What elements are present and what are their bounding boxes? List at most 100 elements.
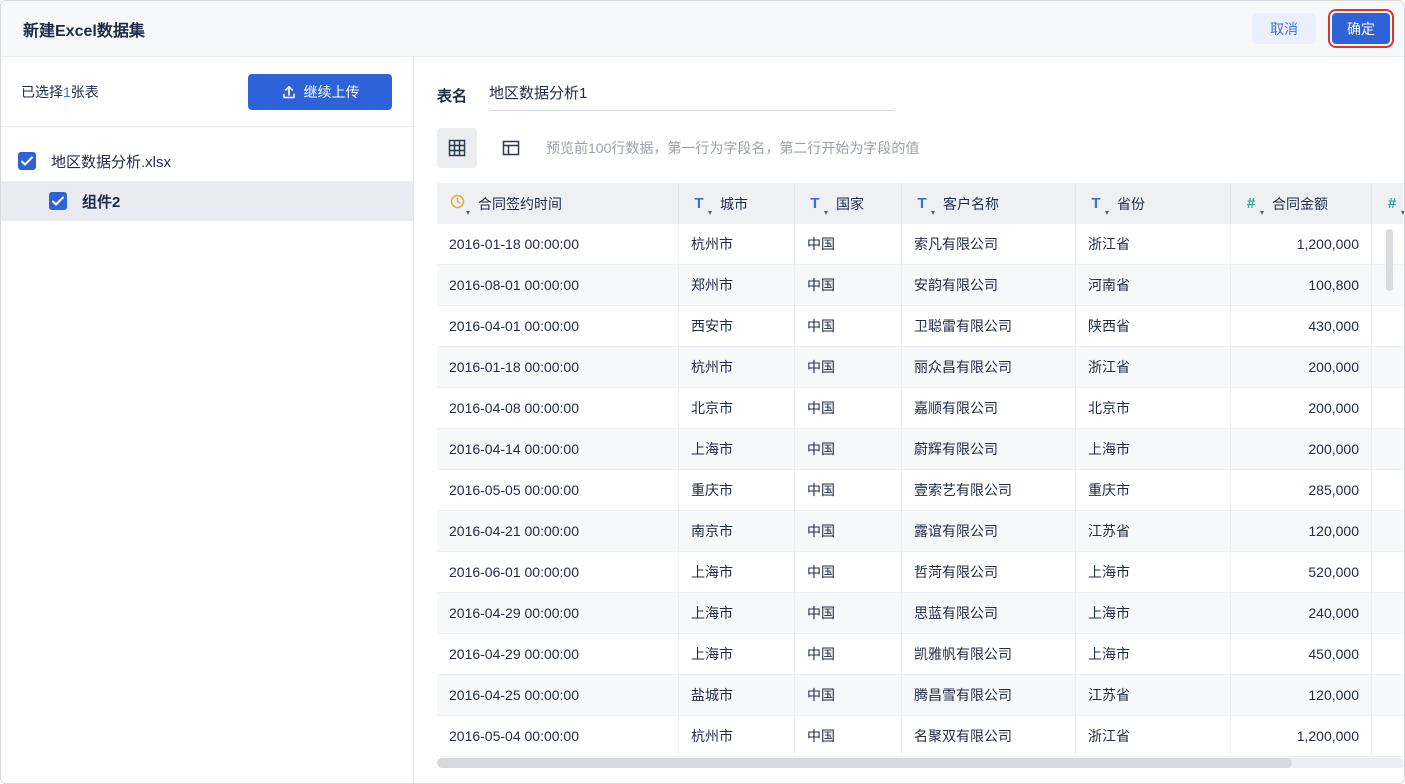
table-cell: 江苏省 (1076, 675, 1231, 716)
column-dropdown-icon[interactable]: ▾ (931, 208, 935, 217)
table-row: 2016-04-21 00:00:00 南京市 中国 露谊有限公司 江苏省 120,000 (437, 511, 1404, 552)
column-dropdown-icon[interactable]: ▾ (1105, 208, 1109, 217)
table-cell: 上海市 (679, 634, 795, 675)
column-header-城市[interactable]: T ▾ 城市 (679, 183, 795, 224)
text-type-icon: T (1091, 195, 1101, 212)
column-header-label: 国家 (836, 195, 865, 212)
table-cell: 2016-04-25 00:00:00 (437, 675, 679, 716)
table-cell: 2016-04-21 00:00:00 (437, 511, 679, 552)
table-cell (1372, 511, 1404, 552)
table-cell: 450,000 (1231, 634, 1372, 675)
table-cell: 430,000 (1231, 306, 1372, 347)
continue-upload-button[interactable]: 继续上传 (248, 73, 392, 110)
table-header-row: ▾合同签约时间T▾城市T▾国家T▾客户名称T▾省份#▾合同金额#▾ (437, 183, 1404, 224)
tree-item-label: 地区数据分析.xlsx (51, 153, 172, 171)
tree-item-label: 组件2 (82, 193, 121, 211)
table-cell: 2016-05-05 00:00:00 (437, 470, 679, 511)
table-cell (1372, 675, 1404, 716)
table-cell: 陕西省 (1076, 306, 1231, 347)
grid-view-icon (447, 138, 467, 158)
table-body: 2016-01-18 00:00:00 杭州市 中国 索凡有限公司 浙江省 1,200,0… (437, 224, 1404, 757)
table-cell (1372, 388, 1404, 429)
number-type-icon: # (1387, 195, 1397, 212)
table-cell: 上海市 (1076, 429, 1231, 470)
table-cell: 名聚双有限公司 (902, 716, 1076, 757)
table-cell: 中国 (795, 429, 902, 470)
table-cell: 285,000 (1231, 470, 1372, 511)
column-header-partial[interactable]: #▾ (1372, 183, 1404, 224)
column-header-国家[interactable]: T ▾ 国家 (795, 183, 902, 224)
table-cell: 120,000 (1231, 511, 1372, 552)
table-cell: 2016-04-29 00:00:00 (437, 634, 679, 675)
cancel-button[interactable]: 取消 (1252, 13, 1316, 44)
tree-item-file[interactable]: 地区数据分析.xlsx (1, 141, 413, 181)
table-cell: 安韵有限公司 (902, 265, 1076, 306)
column-header-省份[interactable]: T ▾ 省份 (1076, 183, 1231, 224)
table-cell: 200,000 (1231, 347, 1372, 388)
column-header-客户名称[interactable]: T ▾ 客户名称 (902, 183, 1076, 224)
horizontal-scrollbar-track[interactable] (437, 758, 1404, 768)
column-dropdown-icon[interactable]: ▾ (1260, 208, 1264, 217)
file-tree: 地区数据分析.xlsx 组件2 (1, 127, 413, 221)
upload-icon (281, 84, 297, 100)
table-cell: 上海市 (679, 593, 795, 634)
table-cell: 2016-08-01 00:00:00 (437, 265, 679, 306)
checkbox-checked-icon[interactable] (49, 192, 67, 210)
table-row: 2016-05-04 00:00:00 杭州市 中国 名聚双有限公司 浙江省 1,200,… (437, 716, 1404, 757)
table-cell: 2016-04-01 00:00:00 (437, 306, 679, 347)
column-dropdown-icon[interactable]: ▾ (466, 208, 470, 217)
titlebar: 新建Excel数据集 取消 确定 (1, 1, 1404, 57)
table-cell: 200,000 (1231, 429, 1372, 470)
vertical-scrollbar[interactable] (1386, 229, 1393, 291)
table-row: 2016-04-25 00:00:00 盐城市 中国 腾昌雪有限公司 江苏省 120,00… (437, 675, 1404, 716)
sidebar-header: 已选择1张表 继续上传 (1, 57, 413, 127)
column-dropdown-icon[interactable]: ▾ (1401, 208, 1404, 217)
column-dropdown-icon[interactable]: ▾ (824, 208, 828, 217)
table-row: 2016-04-14 00:00:00 上海市 中国 蔚辉有限公司 上海市 200,000 (437, 429, 1404, 470)
table-cell: 郑州市 (679, 265, 795, 306)
table-cell: 上海市 (679, 552, 795, 593)
number-type-icon: # (1246, 195, 1256, 212)
table-cell: 中国 (795, 224, 902, 265)
column-header-合同签约时间[interactable]: ▾ 合同签约时间 (437, 183, 679, 224)
table-cell (1372, 470, 1404, 511)
table-cell: 中国 (795, 675, 902, 716)
table-cell: 蔚辉有限公司 (902, 429, 1076, 470)
table-cell: 2016-06-01 00:00:00 (437, 552, 679, 593)
horizontal-scrollbar-thumb[interactable] (437, 758, 1292, 768)
table-cell: 中国 (795, 470, 902, 511)
grid-view-button[interactable] (437, 128, 477, 168)
table-name-input[interactable] (489, 79, 896, 111)
column-header-合同金额[interactable]: # ▾ 合同金额 (1231, 183, 1372, 224)
table-row: 2016-05-05 00:00:00 重庆市 中国 壹索艺有限公司 重庆市 285,00… (437, 470, 1404, 511)
table-cell: 腾昌雪有限公司 (902, 675, 1076, 716)
form-view-button[interactable] (491, 128, 531, 168)
table-row: 2016-08-01 00:00:00 郑州市 中国 安韵有限公司 河南省 100,800 (437, 265, 1404, 306)
table-cell: 北京市 (679, 388, 795, 429)
checkbox-checked-icon[interactable] (18, 152, 36, 170)
column-dropdown-icon[interactable]: ▾ (708, 208, 712, 217)
preview-toolbar: 预览前100行数据，第一行为字段名，第二行开始为字段的值 (437, 128, 1404, 168)
table-cell (1372, 306, 1404, 347)
table-cell: 中国 (795, 634, 902, 675)
sidebar: 已选择1张表 继续上传 地区数据分析.xlsx 组件2 (1, 57, 414, 783)
table-cell (1372, 347, 1404, 388)
table-row: 2016-04-29 00:00:00 上海市 中国 凯雅帆有限公司 上海市 450,00… (437, 634, 1404, 675)
data-preview-table: ▾合同签约时间T▾城市T▾国家T▾客户名称T▾省份#▾合同金额#▾ 2016-0… (437, 183, 1404, 768)
table-cell: 上海市 (1076, 634, 1231, 675)
table-cell: 中国 (795, 593, 902, 634)
table-cell: 凯雅帆有限公司 (902, 634, 1076, 675)
confirm-button[interactable]: 确定 (1328, 9, 1394, 48)
titlebar-actions: 取消 确定 (1252, 9, 1394, 48)
column-header-label: 合同金额 (1272, 195, 1329, 212)
selected-prefix: 已选择 (21, 83, 63, 100)
table-cell: 卫聪雷有限公司 (902, 306, 1076, 347)
table-row: 2016-01-18 00:00:00 杭州市 中国 索凡有限公司 浙江省 1,200,0… (437, 224, 1404, 265)
table-cell: 2016-04-29 00:00:00 (437, 593, 679, 634)
table-cell (1372, 634, 1404, 675)
table-cell: 壹索艺有限公司 (902, 470, 1076, 511)
tree-item-sheet[interactable]: 组件2 (1, 181, 413, 221)
table-cell: 露谊有限公司 (902, 511, 1076, 552)
column-header-label: 城市 (720, 195, 749, 212)
table-cell: 1,200,000 (1231, 224, 1372, 265)
